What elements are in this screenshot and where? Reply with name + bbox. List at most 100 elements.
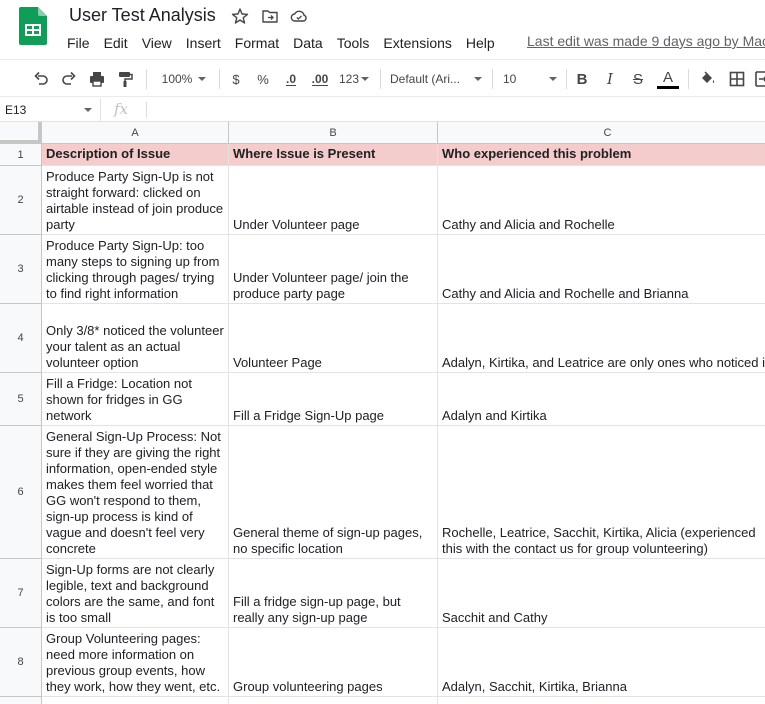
menu-tools[interactable]: Tools xyxy=(330,33,377,53)
cell-text: General theme of sign-up pages, no speci… xyxy=(233,525,423,556)
table-cell[interactable]: Sacchit and Cathy xyxy=(438,559,765,628)
chevron-down-icon xyxy=(474,77,482,81)
table-cell[interactable]: Sign-Up forms are not clearly legible, t… xyxy=(42,559,229,628)
menu-format[interactable]: Format xyxy=(228,33,286,53)
menu-view[interactable]: View xyxy=(135,33,179,53)
table-cell[interactable]: Cathy and Alicia and Rochelle and Briann… xyxy=(438,235,765,304)
cell-text: Where Issue is Present xyxy=(233,146,376,161)
menu-extensions[interactable]: Extensions xyxy=(376,33,458,53)
text-color-swatch xyxy=(657,85,679,89)
document-title[interactable]: User Test Analysis xyxy=(69,5,216,26)
redo-icon xyxy=(62,71,76,85)
column-header-c[interactable]: C xyxy=(438,122,765,144)
increase-decimal-button[interactable]: .00 xyxy=(308,68,332,90)
menu-file[interactable]: File xyxy=(60,33,97,53)
chevron-down-icon xyxy=(549,77,557,81)
row-header[interactable]: 5 xyxy=(0,373,42,426)
row-header[interactable]: 7 xyxy=(0,559,42,628)
table-cell[interactable]: Adalyn, Kirtika, and Leatrice are only o… xyxy=(438,304,765,373)
row-header[interactable]: 1 xyxy=(0,144,42,166)
font-family-select[interactable]: Default (Ari... xyxy=(390,68,482,90)
percent-format-button[interactable]: % xyxy=(254,68,272,90)
table-cell[interactable]: Only 3/8* noticed the volunteer your tal… xyxy=(42,304,229,373)
formula-input[interactable] xyxy=(152,101,752,119)
table-cell[interactable]: Fill a fridge sign-up page, but really a… xyxy=(229,559,438,628)
number-format-select[interactable]: 123 xyxy=(337,68,371,90)
menu-help[interactable]: Help xyxy=(459,33,502,53)
paint-format-button[interactable] xyxy=(114,68,136,90)
star-icon[interactable] xyxy=(231,7,249,25)
toolbar-divider xyxy=(492,69,493,89)
bold-button[interactable]: B xyxy=(573,68,591,90)
table-cell[interactable]: Produce Party Sign-Up: too many steps to… xyxy=(42,235,229,304)
undo-icon xyxy=(34,71,48,85)
row-header[interactable] xyxy=(0,697,42,704)
move-folder-icon[interactable] xyxy=(261,7,279,25)
table-cell[interactable]: Under Volunteer page/ join the produce p… xyxy=(229,235,438,304)
menu-data[interactable]: Data xyxy=(286,33,330,53)
table-cell[interactable]: General Sign-Up Process: Not sure if the… xyxy=(42,426,229,559)
paint-format-icon xyxy=(119,72,133,87)
header-cell[interactable]: Description of Issue xyxy=(42,144,229,166)
table-cell[interactable]: Under Volunteer page xyxy=(229,166,438,235)
cell-text: Produce Party Sign-Up: too many steps to… xyxy=(46,238,220,301)
table-cell[interactable] xyxy=(229,697,438,704)
row-header[interactable]: 2 xyxy=(0,166,42,235)
table-cell[interactable]: Adalyn and Kirtika xyxy=(438,373,765,426)
text-color-glyph: A xyxy=(662,68,673,86)
table-cell[interactable]: Rochelle, Leatrice, Sacchit, Kirtika, Al… xyxy=(438,426,765,559)
cell-text: Adalyn and Kirtika xyxy=(442,408,547,423)
last-edit-link[interactable]: Last edit was made 9 days ago by Mac xyxy=(527,33,765,49)
formula-divider xyxy=(146,102,147,118)
table-cell[interactable]: Group Volunteering pages: need more info… xyxy=(42,628,229,697)
table-cell[interactable]: Volunteer Page xyxy=(229,304,438,373)
currency-format-button[interactable]: $ xyxy=(227,68,245,90)
cell-text: Who experienced this problem xyxy=(442,146,632,161)
cell-text: Adalyn, Sacchit, Kirtika, Brianna xyxy=(442,679,627,694)
table-cell[interactable]: Group volunteering pages xyxy=(229,628,438,697)
sheets-logo-icon[interactable] xyxy=(19,7,47,45)
fx-icon: fx xyxy=(114,100,129,118)
table-cell[interactable] xyxy=(42,697,229,704)
table-cell[interactable] xyxy=(438,697,765,704)
text-color-button[interactable]: A xyxy=(656,68,680,90)
font-size-select[interactable]: 10 xyxy=(503,68,557,90)
name-box[interactable]: E13 xyxy=(0,98,101,121)
cell-text: Rochelle, Leatrice, Sacchit, Kirtika, Al… xyxy=(442,525,756,556)
table-cell[interactable]: Cathy and Alicia and Rochelle xyxy=(438,166,765,235)
spreadsheet-grid[interactable]: A B C 1 Description of Issue Where Issue is P… xyxy=(0,122,765,704)
decrease-decimal-button[interactable]: .0 xyxy=(280,68,302,90)
cloud-saved-icon[interactable] xyxy=(290,7,308,25)
row-header[interactable]: 4 xyxy=(0,304,42,373)
header-cell[interactable]: Who experienced this problem xyxy=(438,144,765,166)
borders-button[interactable] xyxy=(726,68,748,90)
menu-edit[interactable]: Edit xyxy=(97,33,135,53)
toolbar: 100% $ % .0 .00 123 Default (Ari... 10 B… xyxy=(0,59,765,97)
table-cell[interactable]: Fill a Fridge Sign-Up page xyxy=(229,373,438,426)
table-cell[interactable]: Fill a Fridge: Location not shown for fr… xyxy=(42,373,229,426)
table-cell[interactable]: General theme of sign-up pages, no speci… xyxy=(229,426,438,559)
table-cell[interactable]: Adalyn, Sacchit, Kirtika, Brianna xyxy=(438,628,765,697)
print-button[interactable] xyxy=(86,68,108,90)
column-header-b[interactable]: B xyxy=(229,122,438,144)
row-header[interactable]: 8 xyxy=(0,628,42,697)
merge-cells-button[interactable] xyxy=(754,68,765,90)
redo-button[interactable] xyxy=(58,68,80,90)
table-cell[interactable]: Produce Party Sign-Up is not straight fo… xyxy=(42,166,229,235)
zoom-select[interactable]: 100% xyxy=(156,68,212,90)
fill-color-button[interactable] xyxy=(696,68,718,90)
strikethrough-button[interactable]: S xyxy=(629,68,647,90)
row-header[interactable]: 3 xyxy=(0,235,42,304)
cell-text: Cathy and Alicia and Rochelle and Briann… xyxy=(442,286,689,301)
italic-button[interactable]: I xyxy=(601,68,619,90)
chevron-down-icon xyxy=(84,108,92,112)
column-header-a[interactable]: A xyxy=(42,122,229,144)
row-header[interactable]: 6 xyxy=(0,426,42,559)
cell-reference: E13 xyxy=(5,102,27,117)
toolbar-divider xyxy=(688,69,689,89)
undo-button[interactable] xyxy=(30,68,52,90)
menu-insert[interactable]: Insert xyxy=(179,33,228,53)
merge-cells-icon xyxy=(755,71,765,87)
select-all-corner[interactable] xyxy=(0,122,42,144)
header-cell[interactable]: Where Issue is Present xyxy=(229,144,438,166)
